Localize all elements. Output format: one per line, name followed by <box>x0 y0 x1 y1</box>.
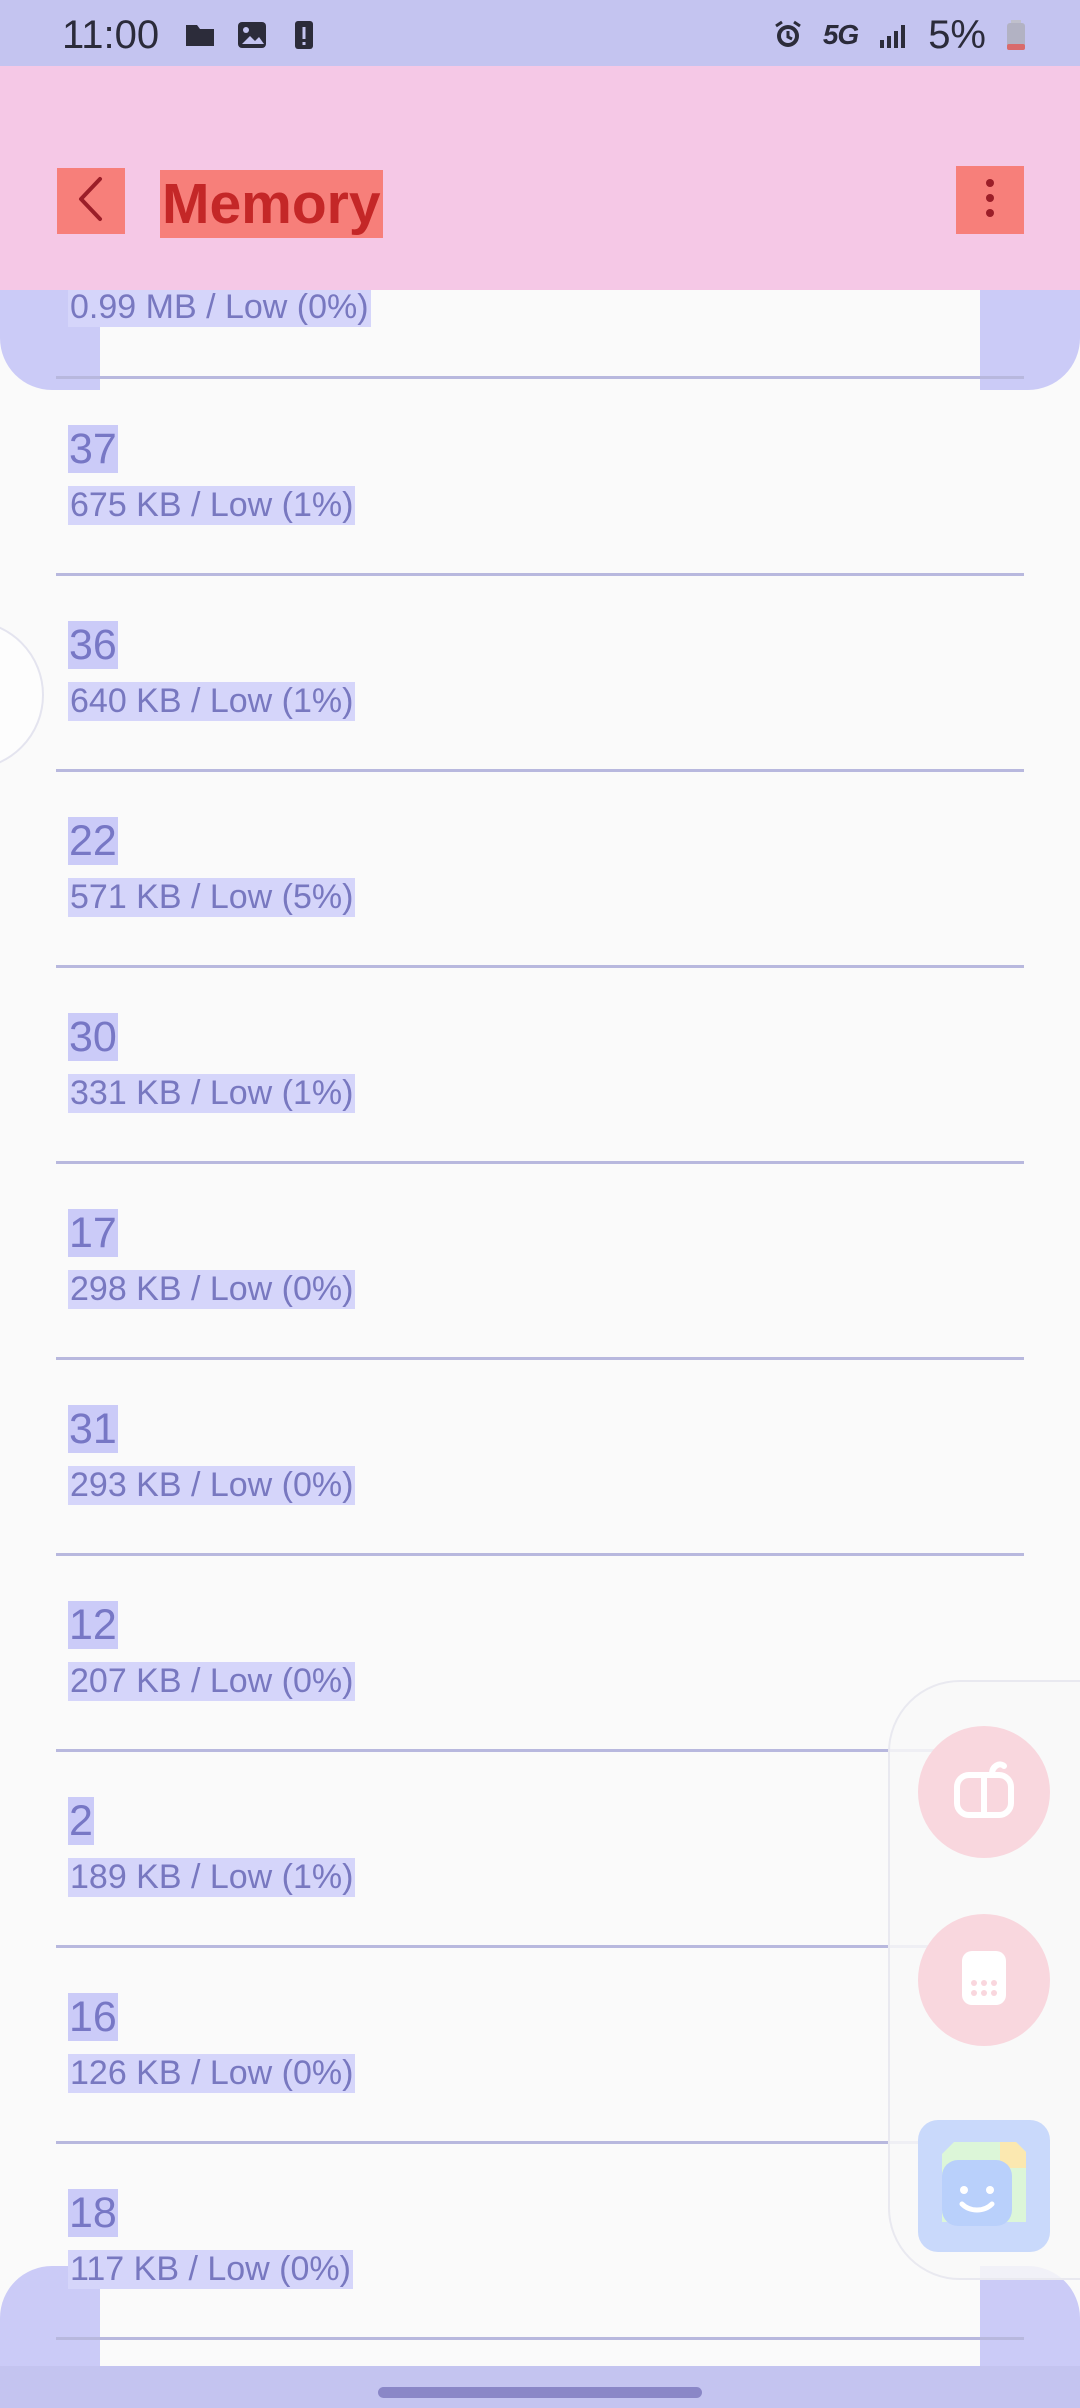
memory-list-item-17[interactable]: 17 298 KB / Low (0%) <box>56 1164 1024 1360</box>
memory-item-name: 18 <box>68 2189 118 2237</box>
status-left: 11:00 <box>62 10 321 60</box>
memory-list-item-12[interactable]: 12 207 KB / Low (0%) <box>56 1556 1024 1752</box>
more-options-button[interactable] <box>956 166 1024 234</box>
battery-percentage: 5% <box>928 12 986 57</box>
memory-usage-detail: 293 KB / Low (0%) <box>68 1466 356 1505</box>
back-arrow-icon <box>71 174 111 229</box>
more-options-icon <box>984 175 996 226</box>
memory-usage-detail: 331 KB / Low (1%) <box>68 1074 356 1113</box>
memory-list-item-36[interactable]: 36 640 KB / Low (1%) <box>56 576 1024 772</box>
memory-list-item-16[interactable]: 16 126 KB / Low (0%) <box>56 1948 1024 2144</box>
memory-list-item-37[interactable]: 37 675 KB / Low (1%) <box>56 380 1024 576</box>
signal-icon <box>876 18 910 52</box>
battery-icon <box>1004 18 1038 52</box>
memory-usage-detail: 0.99 MB / Low (0%) <box>68 290 371 327</box>
memory-item-name: 36 <box>68 621 118 669</box>
status-right: 5G 5% <box>771 10 1038 60</box>
memory-item-name: 31 <box>68 1405 118 1453</box>
status-bar: 11:00 5G 5% <box>0 0 1080 66</box>
memory-list-item-30[interactable]: 30 331 KB / Low (1%) <box>56 968 1024 1164</box>
navigation-bar <box>0 2366 1080 2408</box>
memory-usage-detail: 571 KB / Low (5%) <box>68 878 356 917</box>
memory-item-name: 22 <box>68 817 118 865</box>
image-icon <box>235 18 269 52</box>
memory-screen: 11:00 5G 5% Memory 0.99 MB / Low (0%) 37… <box>0 0 1080 2408</box>
memory-list-item-2[interactable]: 2 189 KB / Low (1%) <box>56 1752 1024 1948</box>
memory-list-item-18[interactable]: 18 117 KB / Low (0%) <box>56 2144 1024 2340</box>
status-time: 11:00 <box>62 12 160 57</box>
memory-item-name: 16 <box>68 1993 118 2041</box>
floating-app-panel[interactable] <box>888 1680 1080 2280</box>
memory-list-item-31[interactable]: 31 293 KB / Low (0%) <box>56 1360 1024 1556</box>
folder-icon <box>183 18 217 52</box>
memory-usage-detail: 640 KB / Low (1%) <box>68 682 356 721</box>
memory-usage-detail: 675 KB / Low (1%) <box>68 486 356 525</box>
calculator-app-icon <box>947 1941 1021 2020</box>
shopping-app-button[interactable] <box>918 1726 1050 1858</box>
calculator-app-button[interactable] <box>918 1914 1050 2046</box>
memory-usage-detail: 126 KB / Low (0%) <box>68 2054 356 2093</box>
memory-list-item-22[interactable]: 22 571 KB / Low (5%) <box>56 772 1024 968</box>
memory-item-name: 30 <box>68 1013 118 1061</box>
messaging-app-icon <box>932 2132 1036 2241</box>
home-indicator[interactable] <box>378 2387 702 2398</box>
memory-item-name: 17 <box>68 1209 118 1257</box>
memory-usage-detail: 117 KB / Low (0%) <box>68 2250 353 2289</box>
memory-usage-detail: 207 KB / Low (0%) <box>68 1662 356 1701</box>
memory-usage-detail: 189 KB / Low (1%) <box>68 1858 356 1897</box>
network-label: 5G <box>822 19 859 50</box>
memory-item-name: 37 <box>68 425 118 473</box>
memory-list-item-partial[interactable]: 0.99 MB / Low (0%) <box>56 290 1024 379</box>
shopping-app-icon <box>947 1753 1021 1832</box>
memory-item-name: 2 <box>68 1797 94 1845</box>
edge-panel-handle[interactable] <box>0 620 44 770</box>
back-button[interactable] <box>57 168 125 234</box>
memory-item-name: 12 <box>68 1601 118 1649</box>
messaging-app-button[interactable] <box>918 2120 1050 2252</box>
memory-usage-detail: 298 KB / Low (0%) <box>68 1270 356 1309</box>
app-bar: Memory <box>0 66 1080 290</box>
alert-icon <box>287 18 321 52</box>
page-title: Memory <box>160 170 383 238</box>
alarm-icon <box>771 18 805 52</box>
